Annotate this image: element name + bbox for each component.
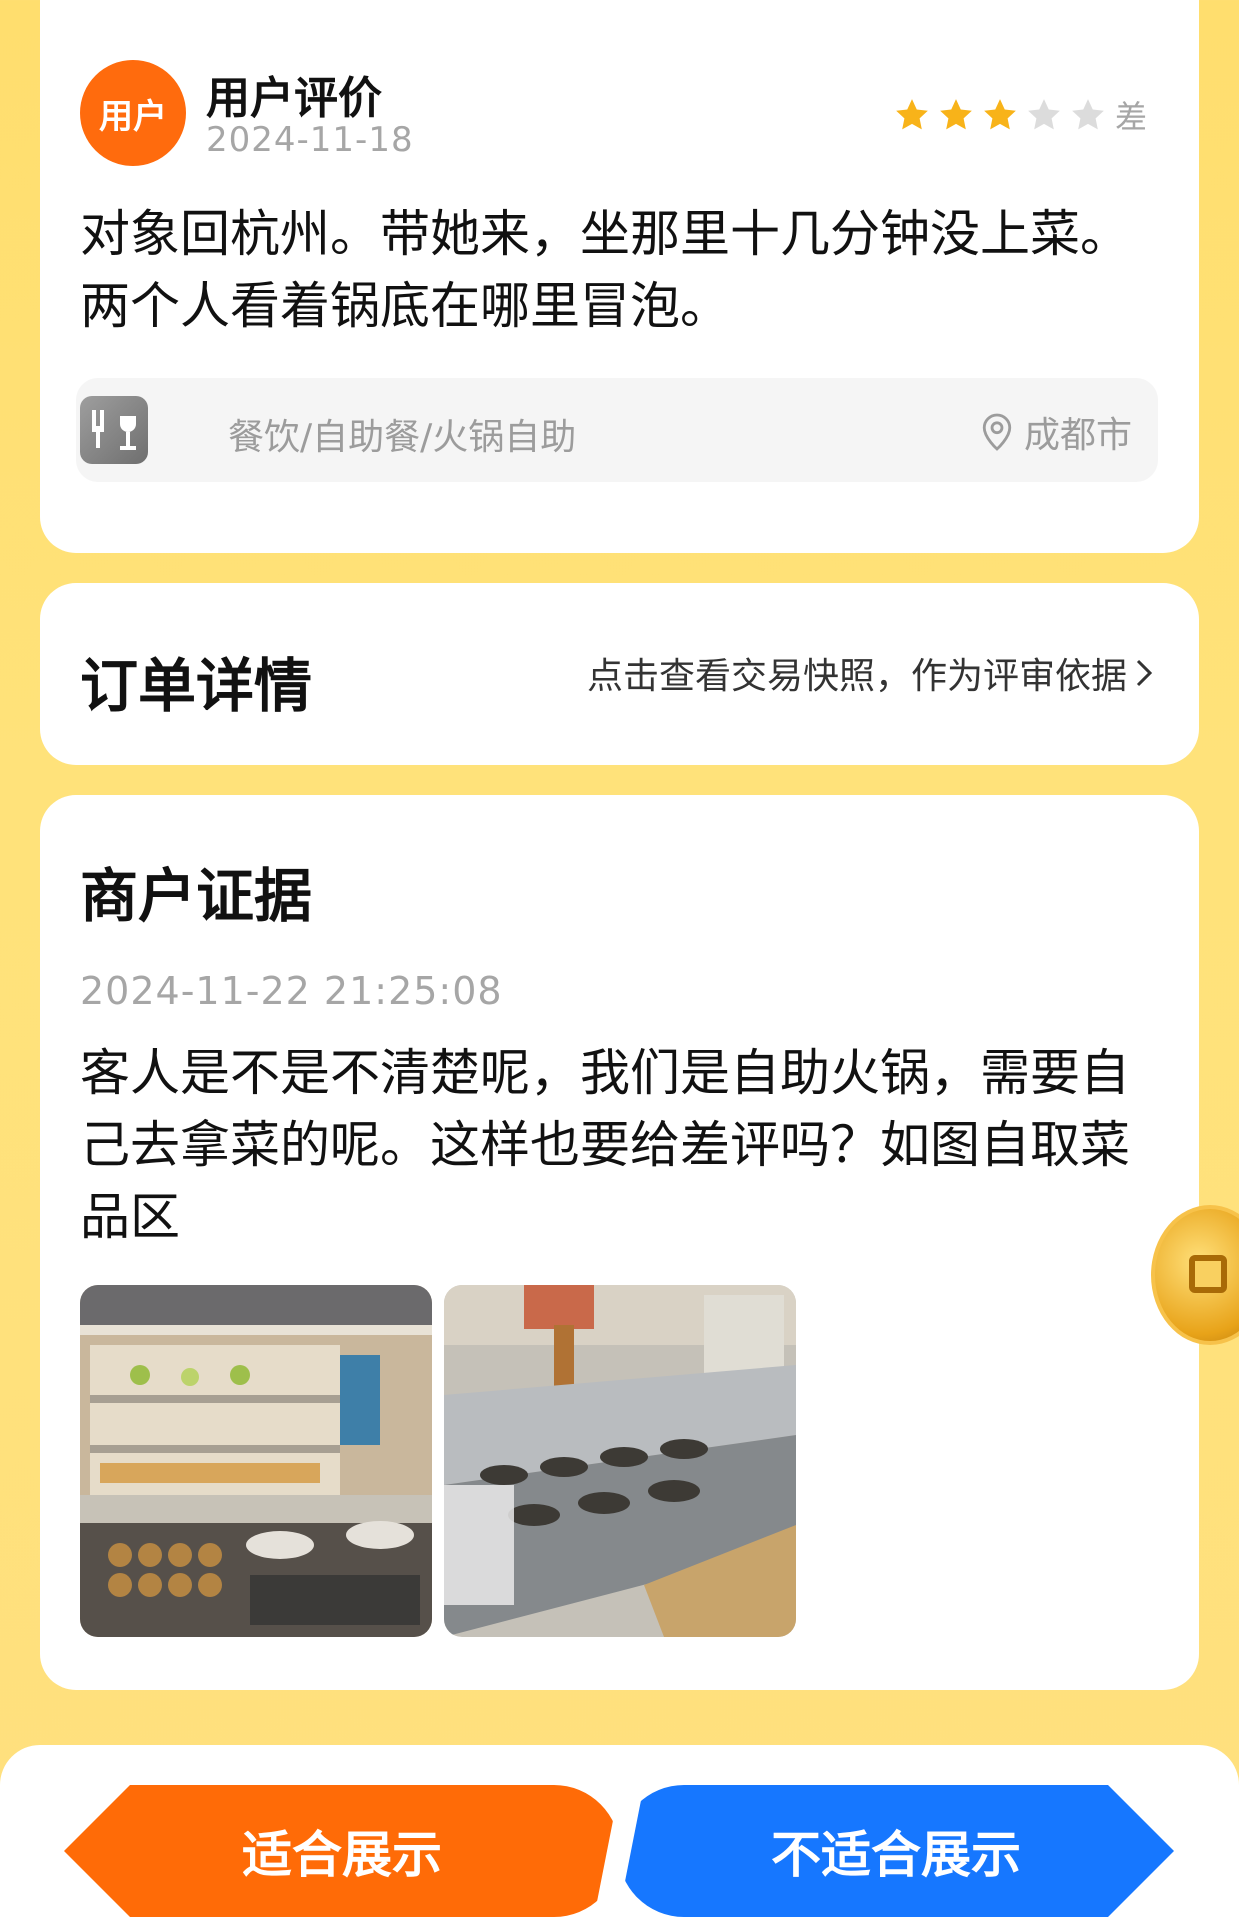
merchant-evidence-title: 商户证据 [80,862,313,930]
star-icon [940,99,972,130]
restaurant-icon [80,396,148,464]
star-icon [896,99,928,130]
review-date: 2024-11-18 [206,120,414,160]
merchant-evidence-text: 客人是不是不清楚呢，我们是自助火锅，需要自己去拿菜的呢。这样也要给差评吗？如图自… [80,1044,1130,1246]
unsuitable-button[interactable]: 不适合展示 [618,1785,1174,1917]
view-snapshot-link[interactable]: 点击查看交易快照，作为评审依据 [587,647,1153,699]
merchant-category-bar[interactable]: 餐饮/自助餐/火锅自助 成都市 [76,378,1158,482]
evidence-photo[interactable] [80,1285,432,1637]
order-details-title: 订单详情 [80,652,313,720]
location-text: 成都市 [1023,415,1132,456]
star-icon [984,99,1016,130]
star-rating: 差 [893,92,1147,138]
star-empty-icon [1072,99,1104,130]
merchant-category: 餐饮/自助餐/火锅自助 [228,417,577,458]
merchant-evidence-time: 2024-11-22 21:25:08 [80,969,503,1013]
location-pin-icon [982,413,1012,451]
review-text: 对象回杭州。带她来，坐那里十几分钟没上菜。两个人看着锅底在哪里冒泡。 [80,205,1130,335]
view-snapshot-text: 点击查看交易快照，作为评审依据 [586,656,1127,697]
chevron-right-icon [1136,659,1153,687]
evidence-photo[interactable] [444,1285,796,1637]
bottom-action-bar: 适合展示 不适合展示 [0,1745,1239,1932]
review-card: 用户 用户评价 2024-11-18 差 对象回杭州。带她来，坐那里十几分钟没上… [40,0,1199,553]
suitable-button[interactable]: 适合展示 [64,1785,620,1917]
merchant-evidence-card: 商户证据 2024-11-22 21:25:08 客人是不是不清楚呢，我们是自助… [40,795,1199,1690]
order-details-card[interactable]: 订单详情 点击查看交易快照，作为评审依据 [40,583,1199,765]
rating-label: 差 [1114,98,1147,136]
location: 成都市 [980,406,1132,458]
coin-hole [1189,1255,1227,1293]
avatar: 用户 [80,60,186,166]
review-user-name: 用户评价 [206,73,382,124]
star-empty-icon [1028,99,1060,130]
